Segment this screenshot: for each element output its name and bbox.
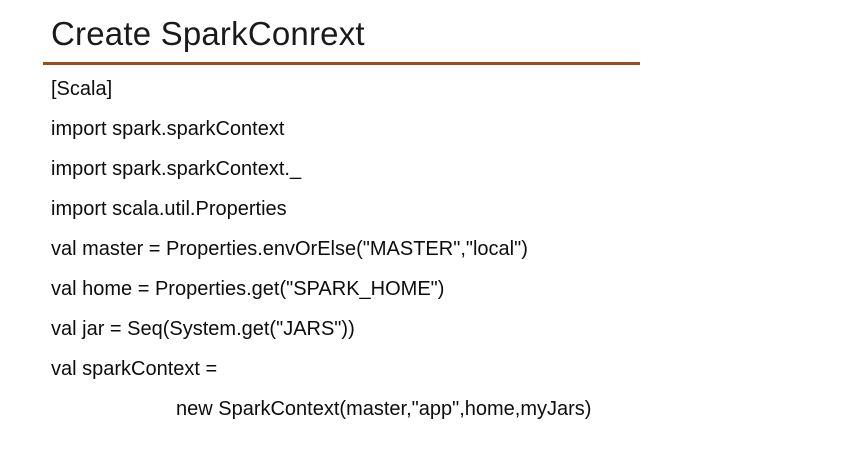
code-line-val-jar: val jar = Seq(System.get("JARS")) xyxy=(51,318,355,340)
slide-title: Create SparkConrext xyxy=(51,15,365,52)
code-line-val-home: val home = Properties.get("SPARK_HOME") xyxy=(51,278,445,300)
code-line-new-sparkcontext: new SparkContext(master,"app",home,myJar… xyxy=(176,398,592,420)
code-line-val-master: val master = Properties.envOrElse("MASTE… xyxy=(51,238,528,260)
code-line-language-tag: [Scala] xyxy=(51,78,113,100)
code-line-import-sparkcontext: import spark.sparkContext xyxy=(51,118,285,140)
code-line-import-sparkcontext-wildcard: import spark.sparkContext._ xyxy=(51,158,302,180)
code-line-import-properties: import scala.util.Properties xyxy=(51,198,287,220)
code-line-val-sparkcontext: val sparkContext = xyxy=(51,358,218,380)
slide: Create SparkConrext [Scala] import spark… xyxy=(0,0,849,454)
title-underline xyxy=(43,62,640,65)
code-block: [Scala] import spark.sparkContext import… xyxy=(51,76,591,436)
